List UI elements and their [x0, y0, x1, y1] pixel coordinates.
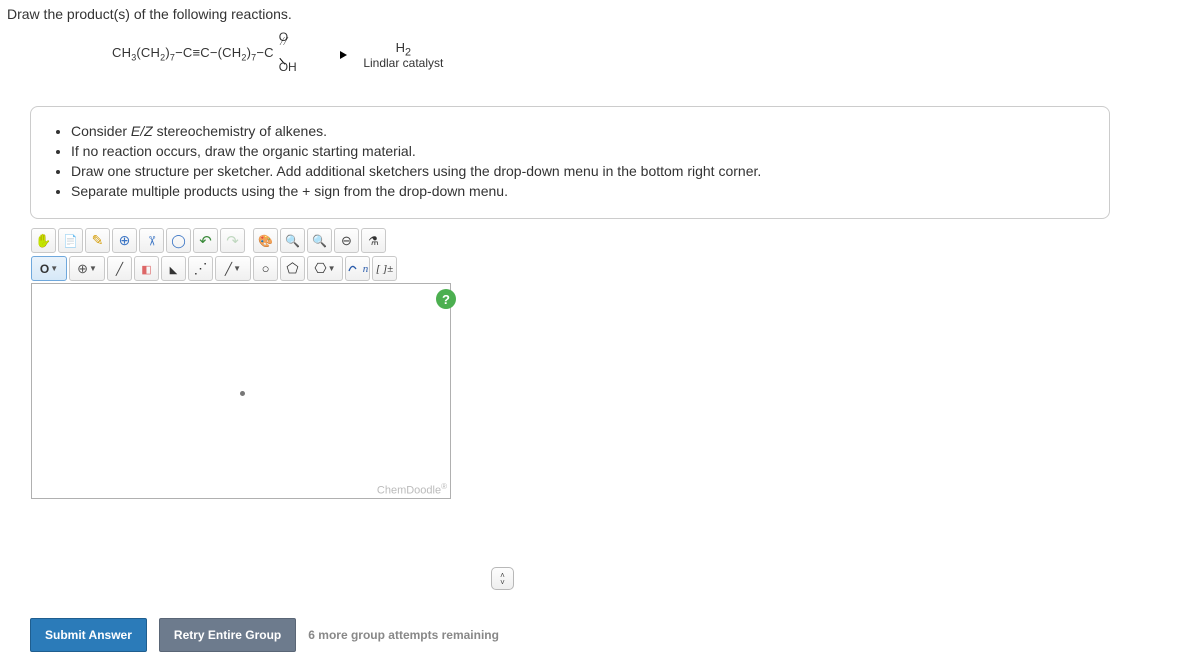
pencil-icon [92, 232, 104, 249]
lasso-tool[interactable] [166, 228, 191, 253]
reactant-part: −C [256, 45, 273, 60]
pentagon-icon [286, 260, 298, 277]
sketcher-canvas[interactable] [31, 283, 451, 499]
sn-tool[interactable]: n [345, 256, 370, 281]
center-tool[interactable] [112, 228, 137, 253]
instruction-item: Separate multiple products using the + s… [71, 182, 1089, 201]
chevron-down-icon: ˅ [500, 579, 505, 586]
attempts-remaining: 6 more group attempts remaining [308, 628, 499, 642]
element-picker[interactable]: O ▼ [31, 256, 67, 281]
search-tool[interactable] [280, 228, 305, 253]
clean-tool[interactable] [361, 228, 386, 253]
palette-tool[interactable] [253, 228, 278, 253]
zoom-out-icon [341, 233, 352, 249]
instruction-item: Draw one structure per sketcher. Add add… [71, 162, 1089, 181]
reactant-part: CH [112, 45, 131, 60]
dash-icon [194, 260, 208, 277]
ez-italic: E/Z [131, 123, 153, 139]
retry-group-button[interactable]: Retry Entire Group [159, 618, 296, 652]
redo-icon [226, 232, 239, 250]
undo-icon [199, 232, 212, 250]
hexagon-icon [314, 260, 326, 277]
chemdoodle-brand: ChemDoodle® [377, 482, 447, 497]
carboxyl-group: O OH [275, 46, 279, 61]
reaction-scheme: CH3(CH2)7−C≡C−(CH2)7−C O OH H2 Lindlar c… [112, 45, 403, 63]
zoom-in-icon [312, 234, 327, 248]
bond-icon [225, 262, 232, 276]
target-icon [119, 232, 131, 249]
dropdown-caret-icon: ▼ [328, 264, 336, 273]
open-tool[interactable] [58, 228, 83, 253]
reactant-formula: CH3(CH2)7−C≡C−(CH2)7−C O OH [112, 45, 278, 63]
pentagon-tool[interactable] [280, 256, 305, 281]
undo-tool[interactable] [193, 228, 218, 253]
element-label: O [40, 262, 49, 276]
dropdown-caret-icon: ▼ [233, 264, 241, 273]
scissors-icon [146, 233, 157, 249]
cut-tool[interactable] [139, 228, 164, 253]
hydroxyl: OH [279, 60, 297, 74]
single-bond-tool[interactable] [107, 256, 132, 281]
ring-tool[interactable] [253, 256, 278, 281]
flask-icon [368, 234, 379, 248]
edit-tool[interactable] [85, 228, 110, 253]
reagent-h2: H [396, 40, 405, 55]
dash-tool[interactable] [188, 256, 213, 281]
catalyst-label: Lindlar catalyst [346, 56, 461, 70]
sketcher-spinner[interactable]: ˄ ˅ [491, 567, 514, 590]
redo-tool[interactable] [220, 228, 245, 253]
hand-icon [35, 233, 51, 249]
bond-dropdown[interactable]: ▼ [215, 256, 251, 281]
dropdown-caret-icon: ▼ [50, 264, 58, 273]
instruction-item: If no reaction occurs, draw the organic … [71, 142, 1089, 161]
sn-label: n [363, 263, 369, 275]
hand-tool[interactable] [31, 228, 56, 253]
wedge-icon [170, 262, 178, 276]
charge-tool[interactable]: [ ]± [372, 256, 397, 281]
add-tool[interactable]: ▼ [69, 256, 105, 281]
footer: Submit Answer Retry Entire Group 6 more … [30, 618, 499, 652]
bond-icon [116, 262, 123, 276]
instruction-item: Consider E/Z stereochemistry of alkenes. [71, 122, 1089, 141]
canvas-atom-dot[interactable] [240, 391, 245, 396]
hexagon-dropdown[interactable]: ▼ [307, 256, 343, 281]
charge-label: [ ]± [376, 263, 393, 275]
reactant-part: −C≡C−(CH [175, 45, 241, 60]
question-prompt: Draw the product(s) of the following rea… [7, 6, 292, 22]
erase-tool[interactable] [134, 256, 159, 281]
dropdown-caret-icon: ▼ [89, 264, 97, 273]
help-button[interactable]: ? [436, 289, 456, 309]
wedge-tool[interactable] [161, 256, 186, 281]
plus-icon [77, 261, 88, 277]
zoom-out-tool[interactable] [334, 228, 359, 253]
sketcher: O ▼ ▼ ▼ ▼ n [ [31, 228, 451, 499]
ring-icon [262, 261, 270, 276]
sketcher-toolbar: O ▼ ▼ ▼ ▼ n [ [31, 228, 451, 281]
submit-answer-button[interactable]: Submit Answer [30, 618, 147, 652]
document-icon [63, 234, 78, 248]
instructions-box: Consider E/Z stereochemistry of alkenes.… [30, 106, 1110, 219]
reactant-part: (CH [136, 45, 160, 60]
eraser-icon [141, 262, 151, 276]
zoom-in-tool[interactable] [307, 228, 332, 253]
palette-icon [258, 234, 273, 248]
search-icon [285, 234, 300, 248]
